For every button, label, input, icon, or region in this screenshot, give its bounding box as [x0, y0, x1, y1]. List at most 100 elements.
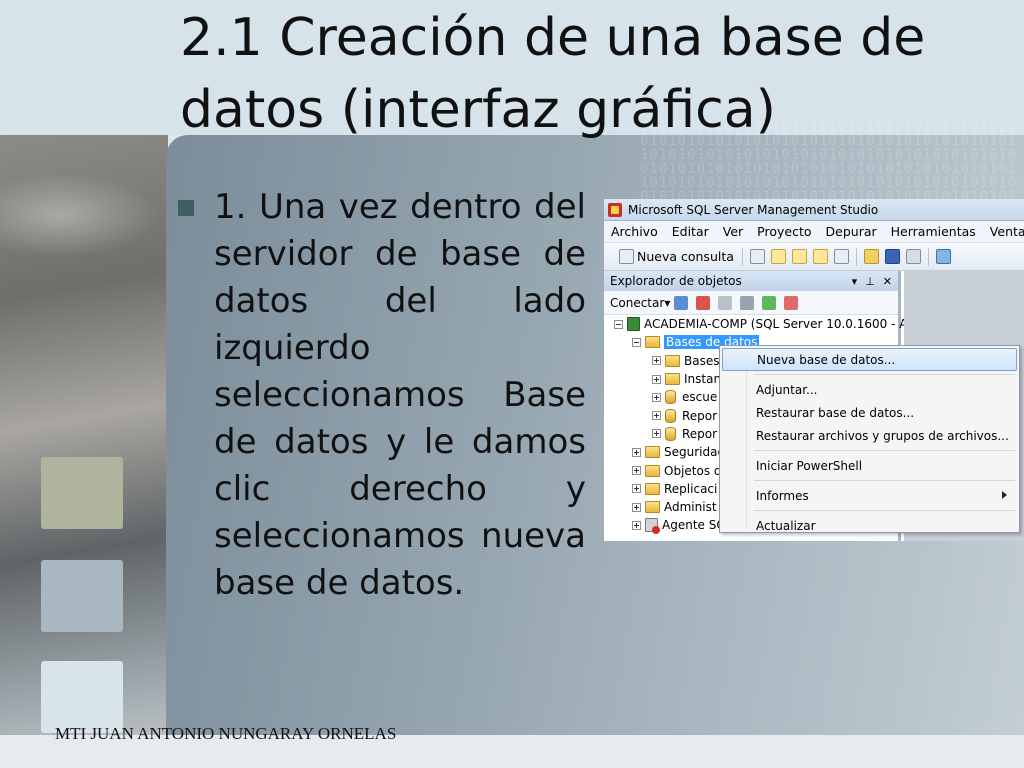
title-line-2: datos (interfaz gráfica): [180, 80, 776, 140]
object-explorer-title: Explorador de objetos: [610, 274, 742, 288]
menu-item-start-powershell[interactable]: Iniciar PowerShell: [722, 454, 1017, 477]
node-label: Instan: [684, 372, 722, 387]
menu-ver[interactable]: Ver: [716, 224, 750, 239]
standard-toolbar: Nueva consulta: [604, 243, 1024, 271]
new-query-icon: [619, 249, 634, 264]
bullet-square-icon: [178, 200, 194, 216]
expand-icon[interactable]: [652, 374, 661, 384]
menu-item-label: Adjuntar...: [756, 382, 818, 397]
node-label: Seguridad: [664, 445, 726, 460]
stop-icon[interactable]: [718, 295, 733, 310]
xmla-query-icon[interactable]: [812, 249, 828, 264]
menu-ventana[interactable]: Ventana: [983, 224, 1024, 239]
folder-icon: [645, 501, 660, 514]
menu-depurar[interactable]: Depurar: [819, 224, 884, 239]
connect-label: Conectar: [610, 295, 665, 310]
expand-icon[interactable]: [632, 484, 641, 494]
menu-item-attach[interactable]: Adjuntar...: [722, 378, 1017, 401]
footer-author: MTI JUAN ANTONIO NUNGARAY ORNELAS: [55, 724, 397, 743]
expand-icon[interactable]: [652, 356, 661, 366]
menu-item-label: Informes: [756, 488, 809, 503]
database-icon: [665, 408, 676, 423]
menu-item-restore-files[interactable]: Restaurar archivos y grupos de archivos.…: [722, 424, 1017, 447]
pin-icon[interactable]: ⊥: [865, 275, 875, 288]
expand-icon[interactable]: [632, 520, 641, 530]
window-titlebar: Microsoft SQL Server Management Studio: [604, 199, 1024, 221]
toolbar-separator: [927, 247, 929, 266]
folder-icon: [645, 464, 660, 477]
close-icon[interactable]: ✕: [883, 275, 892, 288]
server-label: ACADEMIA-COMP (SQL Server 10.0.1600 - Ac: [644, 317, 914, 332]
menu-archivo[interactable]: Archivo: [604, 224, 665, 239]
menu-separator: [754, 374, 1015, 375]
object-explorer-toolbar: Conectar▾: [604, 291, 898, 315]
print-icon[interactable]: [905, 249, 921, 264]
menu-proyecto[interactable]: Proyecto: [750, 224, 818, 239]
folder-icon: [665, 354, 680, 367]
object-explorer-header: Explorador de objetos ▾ ⊥ ✕: [604, 271, 898, 291]
node-label: Repor: [682, 426, 718, 441]
title-line-1: 2.1 Creación de una base de: [180, 8, 926, 68]
expand-icon[interactable]: [632, 447, 641, 457]
expand-icon[interactable]: [652, 392, 661, 402]
new-query-button[interactable]: Nueva consulta: [612, 249, 738, 264]
decorative-square-blue: [41, 560, 123, 632]
node-label: Administ: [664, 500, 717, 515]
database-engine-query-icon[interactable]: [770, 249, 786, 264]
decorative-square-light: [41, 661, 123, 733]
server-icon: [627, 317, 640, 332]
menu-herramientas[interactable]: Herramientas: [884, 224, 983, 239]
menu-separator: [754, 510, 1015, 511]
menu-item-reports[interactable]: Informes: [722, 484, 1017, 507]
expand-icon[interactable]: [652, 411, 661, 421]
menu-item-label: Nueva base de datos...: [757, 352, 896, 367]
menu-item-refresh[interactable]: Actualizar: [722, 514, 1017, 537]
save-icon[interactable]: [884, 249, 900, 264]
menu-separator: [754, 450, 1015, 451]
slide-title: 2.1 Creación de una base de datos (inter…: [180, 2, 1010, 146]
activity-monitor-icon[interactable]: [935, 249, 951, 264]
folder-icon: [645, 482, 660, 495]
menu-item-label: Restaurar base de datos...: [756, 405, 915, 420]
collapse-icon[interactable]: [632, 337, 641, 347]
script-icon[interactable]: [784, 295, 799, 310]
sql-compact-query-icon[interactable]: [833, 249, 849, 264]
bullet-text: 1. Una vez dentro del servidor de base d…: [214, 187, 586, 603]
connect-object-icon[interactable]: [674, 295, 689, 310]
tree-node-server[interactable]: ACADEMIA-COMP (SQL Server 10.0.1600 - Ac: [604, 315, 914, 333]
menu-item-label: Restaurar archivos y grupos de archivos.…: [756, 428, 1009, 443]
context-menu: Nueva base de datos... Adjuntar... Resta…: [719, 345, 1020, 533]
node-label: Bases: [684, 353, 720, 368]
menu-item-restore-database[interactable]: Restaurar base de datos...: [722, 401, 1017, 424]
decorative-square-olive: [41, 457, 123, 529]
database-icon: [665, 390, 676, 405]
new-query-label: Nueva consulta: [637, 249, 734, 264]
folder-icon: [645, 336, 660, 349]
menu-item-new-database[interactable]: Nueva base de datos...: [722, 348, 1017, 371]
expand-icon[interactable]: [652, 429, 661, 439]
expand-icon[interactable]: [632, 502, 641, 512]
dropdown-arrow-icon[interactable]: ▾: [852, 275, 858, 288]
analysis-query-icon[interactable]: [791, 249, 807, 264]
toolbar-separator: [741, 247, 743, 266]
node-label: Replicaci: [664, 481, 718, 496]
menu-separator: [754, 480, 1015, 481]
menu-item-label: Iniciar PowerShell: [756, 458, 863, 473]
window-title: Microsoft SQL Server Management Studio: [628, 202, 879, 217]
ssms-app-icon: [608, 202, 622, 217]
filter-icon[interactable]: [740, 295, 755, 310]
node-label: Repor: [682, 408, 718, 423]
refresh-icon[interactable]: [762, 295, 777, 310]
disconnect-icon[interactable]: [696, 295, 711, 310]
connect-button[interactable]: Conectar▾: [610, 296, 670, 310]
node-label: Objetos d: [664, 463, 722, 478]
folder-icon: [665, 373, 680, 386]
new-file-icon[interactable]: [749, 249, 765, 264]
database-icon: [665, 426, 676, 441]
menu-editar[interactable]: Editar: [665, 224, 716, 239]
open-folder-icon[interactable]: [863, 249, 879, 264]
node-label: escue: [682, 390, 718, 405]
expand-icon[interactable]: [632, 466, 641, 476]
menu-bar: Archivo Editar Ver Proyecto Depurar Herr…: [604, 221, 1024, 243]
collapse-icon[interactable]: [614, 319, 623, 329]
